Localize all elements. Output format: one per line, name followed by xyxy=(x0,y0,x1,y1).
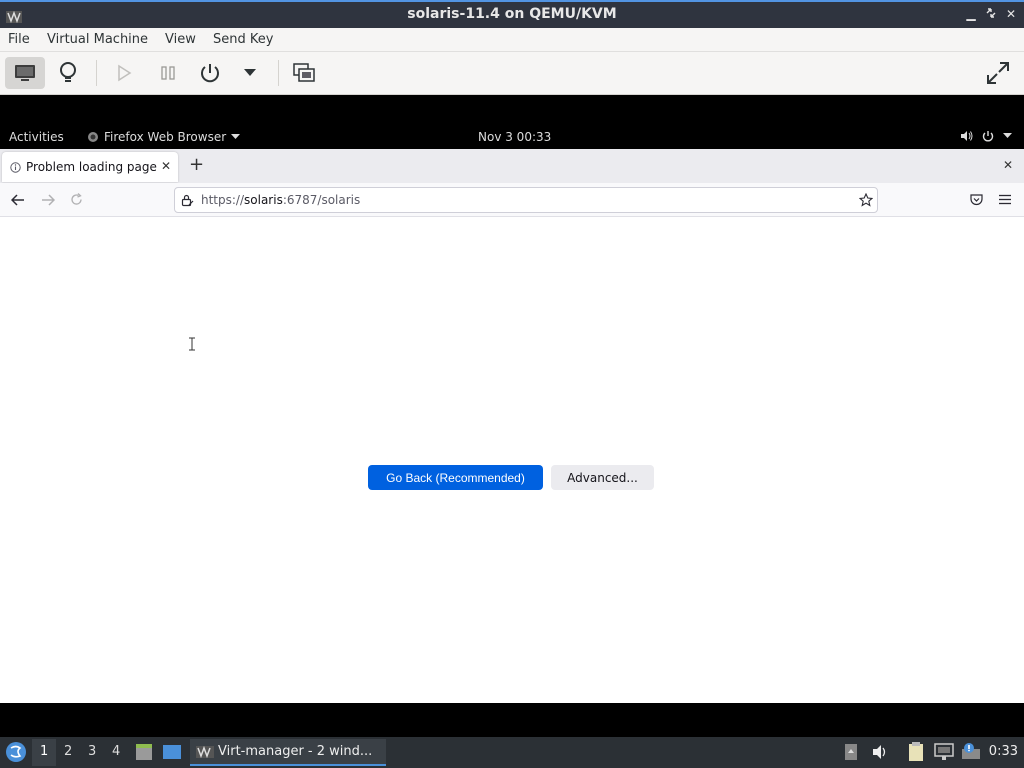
workspace-3[interactable]: 3 xyxy=(88,744,96,759)
clipboard-icon[interactable] xyxy=(907,742,925,762)
window-title: solaris-11.4 on QEMU/KVM xyxy=(407,6,617,22)
workspace-2[interactable]: 2 xyxy=(64,744,72,759)
tab-title: Problem loading page xyxy=(26,160,157,174)
menu-view[interactable]: View xyxy=(165,32,196,47)
window-titlebar[interactable]: solaris-11.4 on QEMU/KVM ▁ ✕ xyxy=(0,0,1024,28)
console-monitor-icon xyxy=(15,65,35,81)
menubar: File Virtual Machine View Send Key xyxy=(0,28,1024,52)
tab-close-icon[interactable]: ✕ xyxy=(161,159,171,173)
dropdown-arrow-icon xyxy=(244,69,256,76)
restore-button[interactable] xyxy=(984,7,998,21)
menu-send-key[interactable]: Send Key xyxy=(213,32,273,47)
gnome-clock[interactable]: Nov 3 00:33 xyxy=(478,130,551,144)
shutdown-button[interactable] xyxy=(190,57,230,89)
upload-tray-icon[interactable] xyxy=(844,743,858,761)
vm-toolbar xyxy=(0,52,1024,95)
run-button[interactable] xyxy=(104,57,144,89)
back-arrow-icon[interactable] xyxy=(11,194,25,206)
lightbulb-icon xyxy=(60,62,76,82)
activities-button[interactable]: Activities xyxy=(9,130,64,144)
minimize-button[interactable]: ▁ xyxy=(964,7,978,21)
power-icon xyxy=(201,64,219,83)
snapshots-icon xyxy=(293,63,315,82)
advanced-button[interactable]: Advanced... xyxy=(551,465,654,490)
taskbar-clock[interactable]: 0:33 xyxy=(989,744,1018,759)
network-icon[interactable] xyxy=(934,743,954,761)
gnome-top-bar: Activities Firefox Web Browser Nov 3 00:… xyxy=(0,127,1024,149)
pause-button[interactable] xyxy=(148,57,188,89)
power-icon xyxy=(982,131,994,142)
notification-icon[interactable] xyxy=(960,741,982,763)
new-tab-icon[interactable]: + xyxy=(189,156,204,174)
firefox-page-content[interactable]: Go Back (Recommended) Advanced... xyxy=(0,217,1024,703)
shutdown-menu-button[interactable] xyxy=(230,57,270,89)
app-menu[interactable]: Firefox Web Browser xyxy=(87,130,241,144)
forward-arrow-icon[interactable] xyxy=(41,194,55,206)
fullscreen-button[interactable] xyxy=(978,57,1018,89)
start-menu-icon[interactable] xyxy=(5,741,27,763)
task-virt-manager[interactable]: Virt-manager - 2 wind... xyxy=(190,739,386,766)
close-firefox-icon[interactable]: ✕ xyxy=(1003,158,1013,172)
snapshots-button[interactable] xyxy=(284,57,324,89)
url-text: https://solaris:6787/solaris xyxy=(201,193,361,207)
volume-icon[interactable] xyxy=(872,744,888,760)
workspace-4[interactable]: 4 xyxy=(112,744,120,759)
chevron-down-icon xyxy=(1003,133,1012,138)
bookmark-star-icon[interactable] xyxy=(859,193,873,207)
tab-problem-loading[interactable]: Problem loading page ✕ xyxy=(2,152,178,182)
pocket-icon[interactable] xyxy=(970,194,983,206)
chevron-down-icon xyxy=(231,134,241,139)
host-taskbar: 1 2 3 4 Virt-manager - 2 wind... 0:33 xyxy=(0,737,1024,768)
firefox-navbar: https://solaris:6787/solaris xyxy=(0,183,1024,217)
play-icon xyxy=(118,64,132,82)
restore-icon xyxy=(986,8,996,18)
url-bar[interactable]: https://solaris:6787/solaris xyxy=(174,187,878,213)
fullscreen-icon xyxy=(987,62,1009,84)
firefox-icon xyxy=(88,132,98,142)
reload-icon[interactable] xyxy=(70,193,83,206)
text-cursor-icon xyxy=(189,337,195,351)
workspace-1[interactable]: 1 xyxy=(40,744,48,759)
hamburger-menu-icon[interactable] xyxy=(999,194,1011,205)
close-window-button[interactable]: ✕ xyxy=(1004,7,1018,21)
app-menu-label: Firefox Web Browser xyxy=(104,130,227,144)
task-label: Virt-manager - 2 wind... xyxy=(218,744,373,759)
firefox-tab-strip: Problem loading page ✕ + ✕ xyxy=(0,149,1024,183)
console-button[interactable] xyxy=(5,57,45,89)
volume-icon xyxy=(961,131,973,141)
menu-virtual-machine[interactable]: Virtual Machine xyxy=(47,32,148,47)
go-back-button[interactable]: Go Back (Recommended) xyxy=(368,465,543,490)
file-manager-icon[interactable] xyxy=(134,742,154,762)
virt-manager-icon xyxy=(196,746,214,758)
show-desktop-icon[interactable] xyxy=(162,742,182,762)
pause-icon xyxy=(161,66,175,80)
details-button[interactable] xyxy=(48,57,88,89)
system-menu[interactable] xyxy=(960,130,1012,142)
lock-warning-icon[interactable] xyxy=(181,194,194,207)
info-icon xyxy=(10,162,21,173)
menu-file[interactable]: File xyxy=(8,32,30,47)
